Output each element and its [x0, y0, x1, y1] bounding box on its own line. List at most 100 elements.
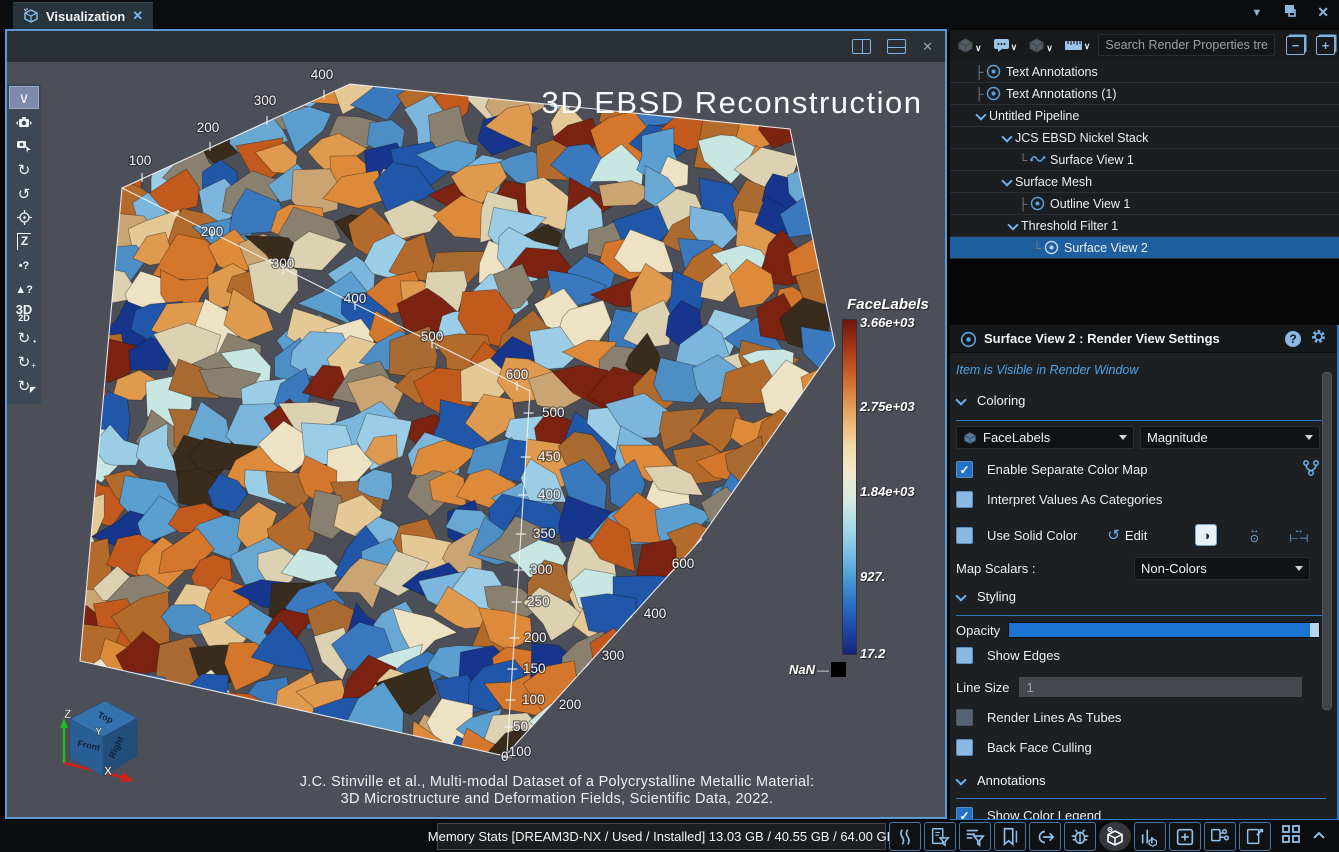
gizmo-y-label: Y	[95, 726, 103, 738]
expander-chevron-icon[interactable]	[1002, 177, 1011, 186]
undo-icon[interactable]: ↺	[9, 182, 39, 205]
rotate-camera-icon[interactable]: ↻•	[9, 326, 39, 349]
tree-item-untitled-pipeline[interactable]: Untitled Pipeline	[950, 105, 1339, 127]
svg-text:100: 100	[129, 153, 152, 168]
z-axis-align-icon[interactable]: Z	[9, 230, 39, 253]
use-solid-color-checkbox[interactable]	[956, 527, 973, 544]
tree-item-surface-view-2[interactable]: └ Surface View 2	[950, 237, 1339, 259]
camera-reset-icon[interactable]	[9, 110, 39, 133]
collapse-all-button[interactable]: −	[1286, 36, 1305, 55]
component-select[interactable]: Magnitude	[1140, 426, 1320, 449]
invert-color-map-icon[interactable]: ◑	[1195, 524, 1217, 546]
opacity-row: Opacity	[956, 622, 1324, 638]
tab-close-icon[interactable]: ✕	[132, 8, 143, 24]
tree-item-text-annotations-1[interactable]: ├ Text Annotations (1)	[950, 83, 1339, 105]
rescale-to-data-range-icon[interactable]: ↔⊙	[1249, 527, 1259, 543]
color-map-branch-icon[interactable]	[1302, 459, 1320, 480]
map-scalars-select[interactable]: Non-Colors	[1134, 557, 1310, 580]
filter-document-icon[interactable]	[924, 822, 956, 851]
citation-text: J.C. Stinville et al., Multi-modal Datas…	[257, 774, 857, 807]
svg-text:500: 500	[542, 405, 565, 420]
visualization-view-icon[interactable]	[1099, 822, 1131, 851]
coloring-section-header[interactable]: Coloring	[956, 393, 1324, 408]
opacity-slider[interactable]	[1008, 622, 1320, 638]
expander-chevron-icon[interactable]	[1002, 133, 1011, 142]
orbit-camera-icon[interactable]	[9, 206, 39, 229]
line-size-input[interactable]: 1	[1019, 677, 1302, 697]
show-edges-checkbox[interactable]	[956, 647, 973, 664]
histogram-data-icon[interactable]	[1134, 822, 1166, 851]
measurement-dropdown[interactable]: ∨	[1061, 37, 1094, 54]
annotations-dropdown[interactable]: ∨	[990, 36, 1021, 55]
toolbar-collapse-button[interactable]: ∨	[9, 86, 39, 109]
expander-chevron-icon[interactable]	[1008, 221, 1017, 230]
search-input[interactable]	[1098, 34, 1275, 56]
grid-layout-icon[interactable]	[1281, 824, 1301, 849]
tree-item-threshold-filter-1[interactable]: Threshold Filter 1	[950, 215, 1339, 237]
split-horizontal-icon[interactable]	[887, 39, 906, 54]
interpret-values-checkbox[interactable]	[956, 491, 973, 508]
gear-icon[interactable]	[1310, 328, 1327, 350]
ebsd-3d-scene[interactable]: 1002003004002003004005006005004504003503…	[7, 62, 945, 815]
use-solid-color-row: Use Solid Color ↺Edit ◑ ↔⊙ ↔⊢⊣	[956, 524, 1324, 546]
svg-text:200: 200	[197, 120, 220, 135]
render-lines-as-tubes-row: Render Lines As Tubes	[956, 709, 1324, 726]
pipeline-queue-icon[interactable]	[889, 822, 921, 851]
visualization-cube-icon	[23, 8, 39, 24]
rotate-pick-icon[interactable]: ↻◤	[9, 374, 39, 397]
enable-separate-color-map-checkbox[interactable]: ✓	[956, 461, 973, 478]
tree-item-outline-view-1[interactable]: ├ Outline View 1	[950, 193, 1339, 215]
help-icon[interactable]: ?	[1285, 331, 1301, 347]
bug-debug-icon[interactable]	[1064, 822, 1096, 851]
svg-text:400: 400	[644, 606, 667, 621]
zoom-rotate-icon[interactable]: ↻+	[9, 350, 39, 373]
orientation-axes-gizmo[interactable]: Top Front Right Y Z X	[60, 701, 137, 782]
show-color-legend-checkbox[interactable]: ✓	[956, 807, 973, 820]
expander-chevron-icon[interactable]	[976, 111, 985, 120]
point-query-icon[interactable]: •?	[9, 254, 39, 277]
window-close-icon[interactable]: ✕	[1317, 4, 1329, 21]
tree-item-text-annotations[interactable]: ├ Text Annotations	[950, 61, 1339, 83]
array-select[interactable]: FaceLabels	[956, 426, 1134, 449]
settings-header: Surface View 2 : Render View Settings ?	[950, 325, 1337, 353]
tab-bar: Visualization ✕ ▼ ✕	[0, 0, 1339, 28]
svg-text:400: 400	[538, 487, 561, 502]
render-view-close-icon[interactable]: ✕	[922, 39, 933, 55]
section-divider	[956, 615, 1326, 616]
split-vertical-icon[interactable]	[852, 39, 871, 54]
filter-list-icon[interactable]	[959, 822, 991, 851]
annotations-section-header[interactable]: Annotations	[956, 773, 1324, 788]
camera-toolbar: ∨ ↻ ↺ Z •? ▲? 3D2D ↻• ↻+	[7, 84, 41, 404]
collapse-statusbar-chevron-icon[interactable]	[1311, 828, 1327, 846]
svg-text:300: 300	[602, 648, 625, 663]
pipeline-branch-icon[interactable]	[1204, 822, 1236, 851]
render-properties-tree-panel: ∨ ∨ ∨ ∨ − + ├ Text Annotations	[950, 30, 1339, 253]
add-view-icon[interactable]	[1169, 822, 1201, 851]
tree-item-jcs-ebsd-nickel-stack[interactable]: JCS EBSD Nickel Stack	[950, 127, 1339, 149]
redo-icon[interactable]: ↻	[9, 158, 39, 181]
tab-visualization[interactable]: Visualization ✕	[13, 2, 153, 29]
cell-query-icon[interactable]: ▲?	[9, 278, 39, 301]
styling-section-header[interactable]: Styling	[956, 589, 1324, 604]
section-divider	[956, 798, 1326, 799]
window-restore-icon[interactable]	[1282, 4, 1297, 21]
settings-scrollbar[interactable]	[1322, 372, 1332, 710]
enable-separate-color-map-row: ✓ Enable Separate Color Map	[956, 459, 1324, 480]
back-face-culling-checkbox[interactable]	[956, 739, 973, 756]
3d-2d-toggle-icon[interactable]: 3D2D	[9, 302, 39, 325]
window-menu-caret-icon[interactable]: ▼	[1251, 7, 1262, 19]
bookmarks-icon[interactable]	[994, 822, 1026, 851]
datasets-dropdown[interactable]: ∨	[1025, 35, 1056, 56]
render-lines-as-tubes-checkbox[interactable]	[956, 709, 973, 726]
render-canvas[interactable]: 1002003004002003004005006005004504003503…	[7, 62, 945, 815]
edit-color-map-button[interactable]: ↺Edit	[1107, 526, 1147, 544]
geometry-visibility-dropdown[interactable]: ∨	[954, 35, 985, 56]
tree-item-surface-mesh[interactable]: Surface Mesh	[950, 171, 1339, 193]
colorbar-tick: 17.2	[860, 646, 930, 661]
rescale-to-custom-range-icon[interactable]: ↔⊢⊣	[1289, 527, 1308, 543]
export-arrow-icon[interactable]	[1029, 822, 1061, 851]
camera-pick-icon[interactable]	[9, 134, 39, 157]
pinned-document-icon[interactable]	[1239, 822, 1271, 851]
expand-all-button[interactable]: +	[1316, 36, 1335, 55]
tree-item-surface-view-1[interactable]: └ Surface View 1	[950, 149, 1339, 171]
